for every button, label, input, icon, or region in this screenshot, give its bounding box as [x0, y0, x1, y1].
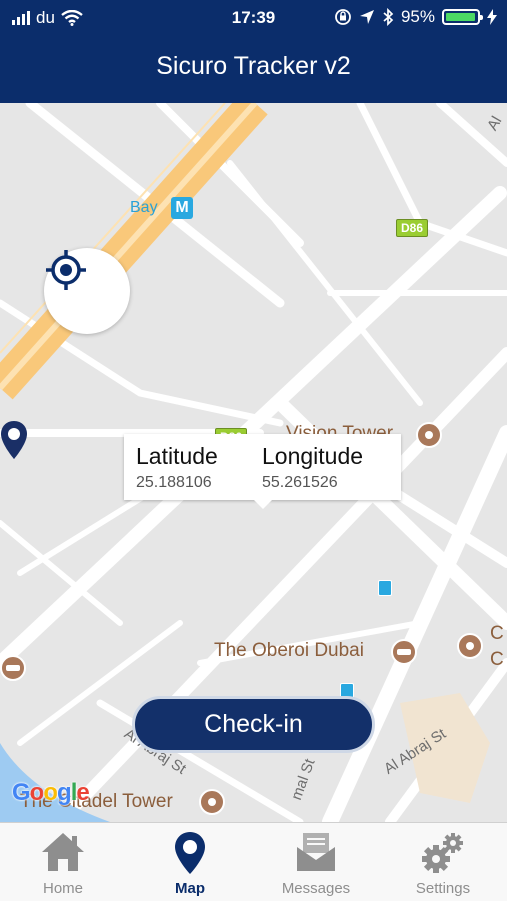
orientation-lock-icon [335, 9, 351, 25]
envelope-icon [297, 833, 335, 871]
check-in-button[interactable]: Check-in [132, 696, 375, 753]
tab-messages-label: Messages [281, 880, 351, 897]
metro-icon: M [171, 197, 193, 219]
poi-marker-icon [457, 633, 483, 659]
home-icon [42, 833, 84, 871]
tab-home[interactable]: Home [0, 823, 126, 901]
google-letter: o [43, 779, 58, 806]
longitude-label: Longitude [262, 443, 364, 469]
google-letter: e [76, 779, 89, 806]
poi-marker-icon [416, 422, 442, 448]
tab-settings[interactable]: Settings [380, 823, 506, 901]
coordinates-callout: Latitude 25.188106 Longitude 55.261526 [124, 434, 401, 509]
google-letter: g [57, 779, 72, 806]
longitude-value: 55.261526 [262, 474, 338, 491]
status-bar: du 17:39 95% [0, 0, 507, 36]
edge-label-c1: C [490, 623, 504, 644]
battery-percent: 95% [400, 7, 435, 26]
edge-label-c2: C [490, 649, 504, 670]
crosshair-icon [46, 250, 86, 290]
location-pin-icon[interactable] [0, 420, 28, 460]
latitude-label: Latitude [136, 443, 218, 469]
google-letter: G [12, 779, 31, 806]
hotel-icon [391, 639, 417, 665]
latitude-value: 25.188106 [136, 474, 212, 491]
locate-me-button[interactable] [44, 248, 130, 334]
longitude-column: Longitude 55.261526 [262, 443, 363, 492]
poi-marker-icon [199, 789, 225, 815]
app-title: Sicuro Tracker v2 [156, 52, 351, 80]
tab-settings-label: Settings [415, 880, 471, 897]
status-right: 95% [334, 7, 497, 27]
tab-home-label: Home [42, 880, 83, 897]
road-shield-d86: D86 [396, 219, 429, 237]
google-letter: o [29, 779, 45, 806]
oberoi-label: The Oberoi Dubai [214, 640, 364, 661]
tab-messages[interactable]: Messages [253, 823, 379, 901]
location-arrow-icon [359, 10, 374, 24]
tab-bar: Home Map Messages Settings [0, 822, 507, 901]
battery-icon [442, 9, 483, 25]
gears-icon [422, 833, 463, 873]
hotel-icon [0, 655, 26, 681]
tab-map[interactable]: Map [127, 823, 253, 901]
latitude-column: Latitude 25.188106 [136, 443, 218, 492]
tab-map-label: Map [175, 880, 205, 897]
navigation-bar: Sicuro Tracker v2 [0, 36, 507, 103]
battery-fill [446, 13, 475, 21]
google-logo: Google [12, 779, 90, 807]
map-pin-icon [175, 832, 205, 874]
bus-stop-icon [378, 580, 392, 596]
bluetooth-icon [383, 8, 394, 26]
charging-icon [487, 9, 497, 25]
bay-label: Bay [130, 199, 158, 216]
